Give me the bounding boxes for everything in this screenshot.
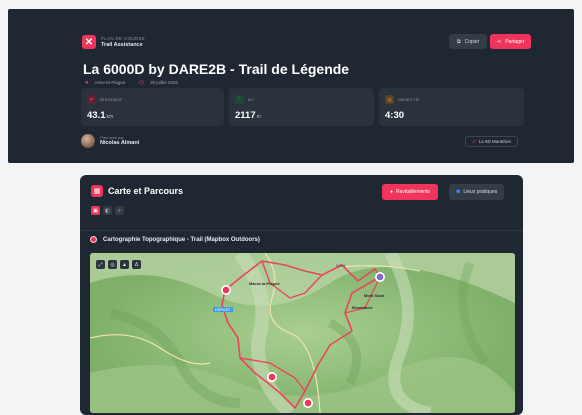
copy-icon: ⧉	[457, 38, 461, 45]
waypoint-marker	[221, 285, 231, 295]
waypoint-marker	[267, 372, 277, 382]
map-label-town: Montalbert	[352, 305, 373, 310]
waypoint-marker	[303, 398, 313, 408]
share-label: Partager	[505, 38, 525, 45]
share-icon: ⋖	[497, 38, 502, 45]
race-link-label: La 6D Marathon	[478, 139, 512, 144]
share-button[interactable]: ⋖ Partager	[490, 34, 532, 49]
copy-label: Copier	[464, 38, 480, 45]
page-title: La 6000D by DARE2B - Trail de Légende	[83, 61, 350, 77]
stat-card-elevation: ⌃ D+ 2117m	[229, 88, 374, 126]
map-controls: ⤢ ◎ ▲ Δ	[96, 260, 141, 269]
map-view-toggle: ▣ ◧ ≡	[91, 206, 124, 215]
carto-title: Cartographie Topographique - Trail (Mapb…	[103, 236, 260, 243]
map-label-town: Mâcot-la-Plagne	[249, 281, 280, 286]
elevation-icon: ⌃	[235, 95, 244, 104]
map-status-icon	[90, 236, 97, 243]
start-label: DÉPART	[213, 307, 233, 312]
stat-value: 4:30	[385, 110, 405, 121]
satellite-view-button[interactable]: ◧	[103, 206, 112, 215]
stat-label: OBJECTIF	[398, 97, 420, 102]
stat-label: D+	[248, 97, 254, 102]
creator-info: Plan créé par Nicolas Almani	[81, 134, 139, 148]
target-icon: ◎	[385, 95, 394, 104]
list-view-button[interactable]: ≡	[115, 206, 124, 215]
race-location: Aime-la-Plagne	[94, 80, 126, 85]
map-card: ▦ Carte et Parcours ▣ ◧ ≡ ● Ravitailleme…	[80, 175, 523, 415]
race-meta: ● Aime-la-Plagne · ◷ 30 juillet 2026	[85, 79, 178, 87]
map-view-button[interactable]: ▣	[91, 206, 100, 215]
stat-card-distance: ⇄ DISTANCE 43.1km	[81, 88, 224, 126]
race-link-button[interactable]: ⇗ La 6D Marathon	[465, 136, 519, 147]
waypoint-marker	[375, 272, 385, 282]
lieux-pratiques-button[interactable]: ⬟ Lieux pratiques	[449, 184, 505, 200]
stat-value: 43.1km	[87, 110, 114, 121]
brand[interactable]: ✕ PLAN DE COURSE Trail Assistance	[82, 35, 145, 49]
location-pin-icon: ●	[85, 79, 89, 86]
map-card-icon: ▦	[91, 185, 103, 197]
food-icon: ●	[390, 189, 394, 195]
ravitaillements-label: Ravitaillements	[396, 189, 430, 195]
measure-icon[interactable]: Δ	[132, 260, 141, 269]
link-icon: ⇗	[472, 138, 476, 144]
separator-dot: ·	[131, 80, 133, 85]
calendar-icon: ◷	[138, 80, 145, 86]
brand-name: Trail Assistance	[101, 41, 143, 48]
lieux-pratiques-label: Lieux pratiques	[463, 189, 498, 195]
carto-header: Cartographie Topographique - Trail (Mapb…	[90, 236, 260, 243]
creator-name: Nicolas Almani	[100, 140, 140, 146]
layers-icon[interactable]: ◎	[108, 260, 117, 269]
map-label-road: D221	[336, 263, 346, 268]
map-card-title: Carte et Parcours	[108, 186, 184, 196]
race-date: 30 juillet 2026	[150, 80, 178, 85]
fullscreen-icon[interactable]: ⤢	[96, 260, 105, 269]
ravitaillements-button[interactable]: ● Ravitaillements	[382, 184, 438, 200]
shield-icon: ⬟	[456, 189, 461, 195]
brand-kicker: PLAN DE COURSE	[101, 35, 145, 41]
map-canvas	[90, 253, 515, 413]
brand-logo-icon: ✕	[82, 35, 96, 49]
stat-label: DISTANCE	[100, 97, 123, 102]
stat-card-objective: ◎ OBJECTIF 4:30	[379, 88, 524, 126]
avatar	[81, 134, 95, 148]
terrain-icon[interactable]: ▲	[120, 260, 129, 269]
map-label-peak: Mont Saint	[364, 293, 385, 298]
route-icon: ⇄	[87, 95, 96, 104]
divider	[80, 230, 523, 231]
stat-value: 2117m	[235, 110, 261, 121]
topographic-map[interactable]: ⤢ ◎ ▲ Δ Mâcot-la-Plagne Montalbert Mont …	[90, 253, 515, 413]
copy-button[interactable]: ⧉ Copier	[449, 34, 488, 49]
